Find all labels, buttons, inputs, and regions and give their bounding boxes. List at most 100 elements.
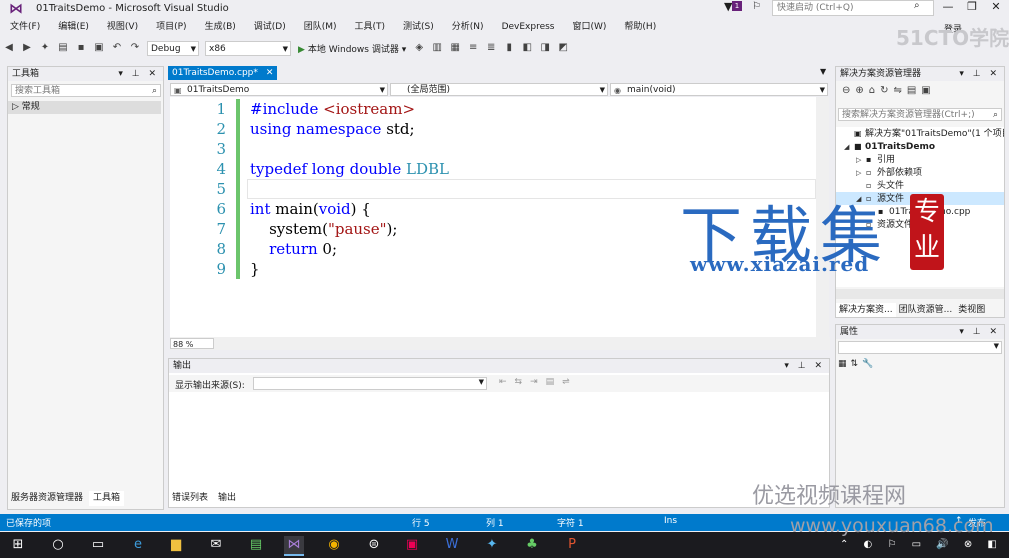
code-line[interactable]: } xyxy=(250,259,449,279)
notification-count-badge[interactable]: 1 xyxy=(732,1,742,11)
undo-icon[interactable]: ↶ xyxy=(110,41,124,55)
project-nav-select[interactable]: ▣ 01TraitsDemo ▼ xyxy=(170,83,388,96)
document-tab[interactable]: 01TraitsDemo.cpp* ✕ xyxy=(168,66,278,80)
file-explorer-icon[interactable]: ▆ xyxy=(166,536,186,554)
tab-toolbox[interactable]: 工具箱 xyxy=(89,491,125,506)
menu-item[interactable]: 调试(D) xyxy=(244,19,294,35)
tab-error-list[interactable]: 错误列表 xyxy=(168,491,212,506)
maximize-button[interactable]: ❐ xyxy=(962,0,982,14)
prev-bookmark-icon[interactable]: ◧ xyxy=(520,41,534,55)
menu-item[interactable]: 工具(T) xyxy=(345,19,394,35)
search-icon[interactable]: ⌕ xyxy=(914,0,920,11)
tree-expander-icon[interactable]: ◢ xyxy=(844,141,854,153)
chrome-icon[interactable]: ◉ xyxy=(324,536,344,554)
clover-icon[interactable]: ♣ xyxy=(522,536,542,554)
tab-list-dropdown-icon[interactable]: ▼ xyxy=(820,67,826,76)
search-circle-icon[interactable]: ○ xyxy=(48,536,68,554)
properties-toolbar[interactable]: ▦⇅🔧 xyxy=(838,359,877,369)
tab-output[interactable]: 输出 xyxy=(214,491,241,506)
tab-team-explorer[interactable]: 团队资源管... xyxy=(896,303,956,317)
browser-link-icon[interactable]: ◈ xyxy=(412,41,426,55)
code-line[interactable]: system("pause"); xyxy=(250,219,449,239)
tree-item[interactable]: ▣ 解决方案"01TraitsDemo"(1 个项目) xyxy=(836,127,1004,140)
output-toolbar-icons[interactable]: ⇤⇆⇥▤⇌ xyxy=(499,377,578,387)
feedback-hub-icon[interactable]: ✦ xyxy=(482,536,502,554)
menu-item[interactable]: 团队(M) xyxy=(294,19,345,35)
start-debugger-button[interactable]: ▶ 本地 Windows 调试器 ▾ xyxy=(298,42,406,55)
tree-item[interactable]: ▷ ▫ 外部依赖项 xyxy=(836,166,1004,179)
code-line[interactable]: int main(void) { xyxy=(250,199,449,219)
tree-expander-icon[interactable]: ▷ xyxy=(856,154,866,166)
media-player-icon[interactable]: ⊜ xyxy=(364,536,384,554)
powerpoint-icon[interactable]: P xyxy=(562,536,582,554)
find-icon[interactable]: ▥ xyxy=(430,41,444,55)
open-file-icon[interactable]: ▤ xyxy=(56,41,70,55)
mail-icon[interactable]: ✉ xyxy=(206,536,226,554)
forward-icon[interactable]: ▶ xyxy=(20,41,34,55)
menu-item[interactable]: 视图(V) xyxy=(97,19,146,35)
solution-explorer-toolbar[interactable]: ⊖⊕⌂↻⇋▤▣ xyxy=(836,82,1004,99)
platform-select[interactable]: x86 ▼ xyxy=(205,40,291,56)
code-line[interactable]: #include <iostream> xyxy=(250,99,449,119)
zoom-level-select[interactable]: 88 % xyxy=(170,338,214,349)
clear-bookmarks-icon[interactable]: ◩ xyxy=(556,41,570,55)
properties-object-select[interactable]: ▼ xyxy=(838,341,1002,354)
code-line[interactable] xyxy=(250,179,449,199)
format-icon[interactable]: ▦ xyxy=(448,41,462,55)
menu-item[interactable]: 帮助(H) xyxy=(614,19,664,35)
visual-studio-taskbar-icon[interactable]: ⋈ xyxy=(284,536,304,556)
close-icon[interactable]: ✕ xyxy=(266,68,274,78)
tab-class-view[interactable]: 类视图 xyxy=(955,303,988,317)
menu-item[interactable]: 分析(N) xyxy=(442,19,492,35)
redo-icon[interactable]: ↷ xyxy=(128,41,142,55)
next-bookmark-icon[interactable]: ◨ xyxy=(538,41,552,55)
tab-solution-explorer[interactable]: 解决方案资... xyxy=(836,303,896,317)
solution-search-input[interactable]: 搜索解决方案资源管理器(Ctrl+;) ⌕ xyxy=(838,108,1002,121)
indent-icon[interactable]: ≡ xyxy=(466,41,480,55)
solution-config-select[interactable]: Debug ▼ xyxy=(147,40,199,56)
menu-item[interactable]: DevExpress xyxy=(492,19,563,35)
outdent-icon[interactable]: ≣ xyxy=(484,41,498,55)
toolbox-group-general[interactable]: ▷ 常规 xyxy=(8,101,161,114)
windows-start-icon[interactable]: ⊞ xyxy=(8,536,28,554)
system-tray-icons[interactable]: ⌃ ◐ ⚐ ▭ 🔊 ⊗ ◧ ▭ xyxy=(840,539,1009,550)
close-button[interactable]: ✕ xyxy=(986,0,1006,14)
menu-item[interactable]: 窗口(W) xyxy=(563,19,615,35)
edge-browser-icon[interactable]: e xyxy=(128,536,148,554)
save-icon[interactable]: ▪ xyxy=(74,41,88,55)
menu-item[interactable]: 测试(S) xyxy=(393,19,442,35)
feedback-icon[interactable]: ⚐ xyxy=(752,1,761,12)
panel-controls[interactable]: ▾ ⊥ ✕ xyxy=(118,67,159,81)
tree-item[interactable]: ▷ ▪ 引用 xyxy=(836,153,1004,166)
word-icon[interactable]: W xyxy=(442,536,462,554)
quick-launch-input[interactable]: 快速启动 (Ctrl+Q) xyxy=(772,0,934,16)
menu-item[interactable]: 生成(B) xyxy=(195,19,244,35)
tree-item[interactable]: ◢ ■ 01TraitsDemo xyxy=(836,140,1004,153)
menu-item[interactable]: 编辑(E) xyxy=(48,19,97,35)
panel-controls[interactable]: ▾ ⊥ ✕ xyxy=(784,359,825,373)
back-icon[interactable]: ◀ xyxy=(2,41,16,55)
toolbox-search-input[interactable]: 搜索工具箱 ⌕ xyxy=(11,84,161,97)
panel-controls[interactable]: ▾ ⊥ ✕ xyxy=(959,325,1000,339)
tab-server-explorer[interactable]: 服务器资源管理器 xyxy=(7,491,87,506)
new-project-icon[interactable]: ✦ xyxy=(38,41,52,55)
minimize-button[interactable]: — xyxy=(938,0,958,14)
solution-horizontal-scrollbar[interactable] xyxy=(836,289,1004,299)
code-line[interactable]: return 0; xyxy=(250,239,449,259)
code-line[interactable] xyxy=(250,139,449,159)
menu-item[interactable]: 项目(P) xyxy=(146,19,194,35)
notepad-icon[interactable]: ▤ xyxy=(246,536,266,554)
ide-icon[interactable]: ▣ xyxy=(402,536,422,554)
bookmark-icon[interactable]: ▮ xyxy=(502,41,516,55)
scope-nav-select[interactable]: (全局范围) ▼ xyxy=(390,83,608,96)
tree-expander-icon[interactable]: ▷ xyxy=(856,167,866,179)
code-text[interactable]: #include <iostream> using namespace std; t… xyxy=(250,99,449,279)
panel-controls[interactable]: ▾ ⊥ ✕ xyxy=(959,67,1000,81)
code-line[interactable]: typedef long double LDBL xyxy=(250,159,449,179)
output-source-select[interactable]: ▼ xyxy=(253,377,487,390)
task-view-icon[interactable]: ▭ xyxy=(88,536,108,554)
save-all-icon[interactable]: ▣ xyxy=(92,41,106,55)
menu-item[interactable]: 文件(F) xyxy=(0,19,48,35)
function-nav-select[interactable]: ◉ main(void) ▼ xyxy=(610,83,828,96)
editor-horizontal-scrollbar[interactable]: 88 % xyxy=(170,337,830,350)
